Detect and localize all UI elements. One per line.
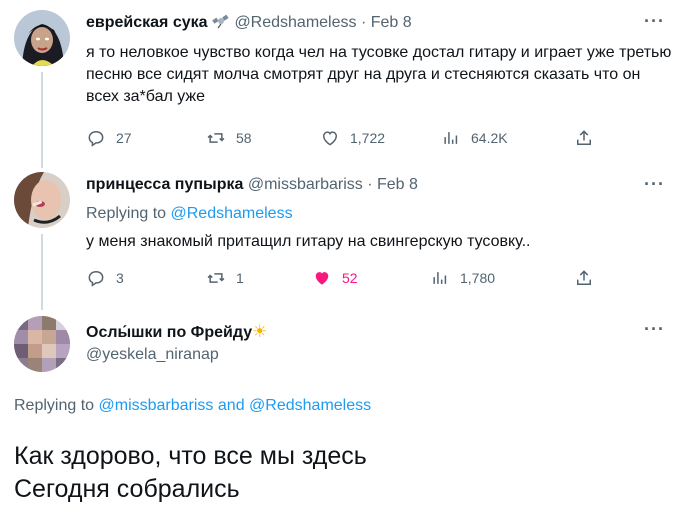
satellite-emoji-icon — [212, 13, 230, 34]
tweet-date[interactable]: Feb 8 — [377, 176, 418, 193]
like-count: 52 — [342, 270, 358, 286]
share-button[interactable] — [574, 128, 594, 148]
avatar[interactable] — [14, 172, 70, 228]
views-icon — [433, 272, 447, 284]
mention-link[interactable]: @Redshameless — [249, 397, 371, 414]
share-icon — [577, 270, 591, 285]
more-options-button[interactable]: ··· — [644, 11, 665, 32]
mention-link[interactable]: @Redshameless — [171, 205, 293, 222]
tweet-actions: 3 1 52 1,780 — [86, 268, 606, 290]
like-count: 1,722 — [350, 130, 386, 146]
reply-button[interactable]: 27 — [86, 128, 132, 148]
display-name[interactable]: Ослы́шки по Фрейду — [86, 324, 252, 341]
retweet-count: 1 — [236, 270, 244, 286]
separator-dot: · — [367, 176, 373, 193]
tweet-handle-row: @yeskela_niranap — [86, 346, 219, 364]
tweet-header: еврейская сука @Redshameless · Feb 8 — [86, 13, 412, 34]
display-name[interactable]: принцесса пупырка — [86, 176, 243, 193]
tweet-text: я то неловкое чувство когда чел на тусов… — [86, 44, 672, 105]
views-button[interactable]: 1,780 — [430, 268, 495, 288]
like-icon — [322, 131, 338, 146]
reply-count: 3 — [116, 270, 124, 286]
sun-emoji-icon: ☀ — [252, 322, 268, 341]
avatar[interactable] — [14, 316, 70, 372]
views-count: 64.2K — [471, 130, 508, 146]
thread-line — [41, 234, 43, 310]
views-count: 1,780 — [460, 270, 496, 286]
handle[interactable]: @missbarbariss — [248, 176, 363, 193]
reply-button[interactable]: 3 — [86, 268, 124, 288]
tweet-text: Как здорово, что все мы здесь Сегодня со… — [14, 440, 367, 506]
handle[interactable]: @yeskela_niranap — [86, 346, 219, 363]
tweet-header: принцесса пупырка @missbarbariss · Feb 8 — [86, 176, 418, 194]
handle[interactable]: @Redshameless — [234, 14, 356, 31]
replying-to: Replying to @Redshameless — [86, 205, 293, 223]
like-button[interactable]: 1,722 — [320, 128, 385, 148]
reply-icon — [88, 130, 104, 147]
views-icon — [444, 132, 458, 144]
like-button[interactable]: 52 — [312, 268, 358, 288]
replying-to-label: Replying to — [86, 205, 167, 222]
replying-and: and — [217, 397, 245, 414]
replying-to-label: Replying to — [14, 397, 95, 414]
views-button[interactable]: 64.2K — [441, 128, 508, 148]
more-options-button[interactable]: ··· — [644, 319, 665, 340]
retweet-icon — [207, 273, 225, 283]
tweet-text: у меня знакомый притащил гитару на свинг… — [86, 233, 531, 250]
share-icon — [577, 130, 591, 145]
replying-to: Replying to @missbarbariss and @Redshame… — [14, 397, 371, 415]
retweet-icon — [207, 133, 225, 143]
separator-dot: · — [360, 14, 367, 31]
retweet-count: 58 — [236, 130, 252, 146]
tweet-actions: 27 58 1,722 64.2K — [86, 128, 606, 150]
tweet-text-line: Сегодня собрались — [14, 475, 240, 503]
retweet-button[interactable]: 58 — [206, 128, 252, 148]
display-name[interactable]: еврейская сука — [86, 14, 208, 31]
reply-count: 27 — [116, 130, 132, 146]
reply-icon — [88, 270, 104, 287]
more-options-button[interactable]: ··· — [644, 174, 665, 195]
avatar[interactable] — [14, 10, 70, 66]
tweet-header: Ослы́шки по Фрейду☀ — [86, 322, 267, 342]
tweet-text-line: Как здорово, что все мы здесь — [14, 442, 367, 470]
share-button[interactable] — [574, 268, 594, 288]
tweet-date[interactable]: Feb 8 — [371, 14, 412, 31]
retweet-button[interactable]: 1 — [206, 268, 244, 288]
mention-link[interactable]: @missbarbariss — [99, 397, 214, 414]
like-icon — [315, 272, 329, 285]
thread-line — [41, 72, 43, 168]
